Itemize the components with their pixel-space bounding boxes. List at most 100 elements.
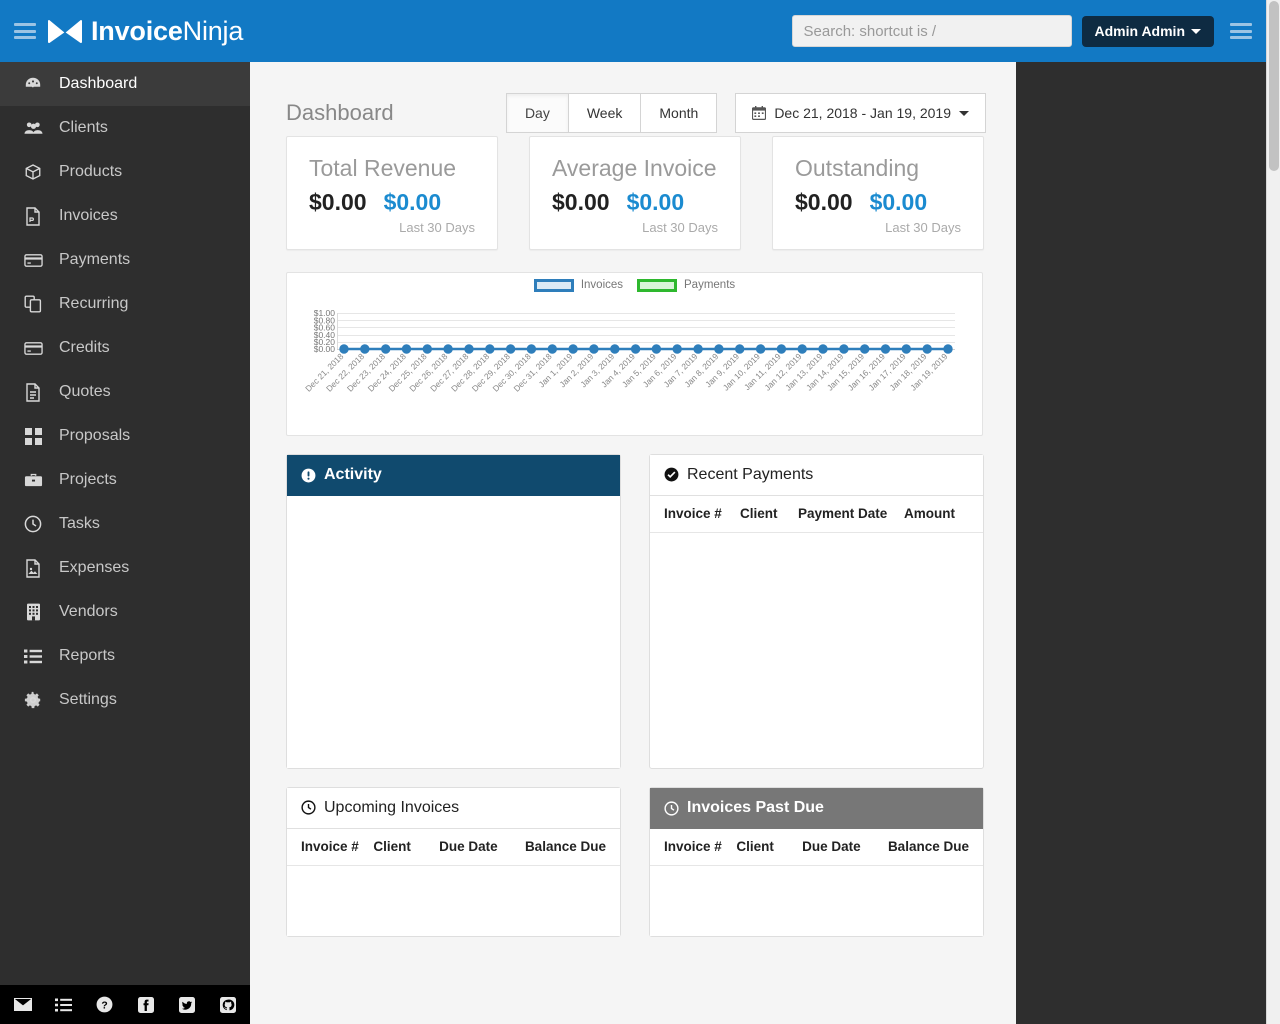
upcoming-invoices-panel-title: Upcoming Invoices — [324, 798, 460, 816]
credit-card-icon — [22, 338, 44, 358]
page-scrollbar[interactable] — [1266, 0, 1280, 1024]
hamburger-icon-line — [1230, 23, 1252, 26]
column-header-amount: Amount — [904, 505, 955, 521]
github-icon[interactable] — [219, 996, 237, 1014]
recent-payments-table-header: Invoice # Client Payment Date Amount — [650, 496, 983, 533]
column-header-invoice-number: Invoice # — [664, 838, 722, 854]
sidebar-footer: ? — [0, 985, 250, 1024]
brand-name-bold: Invoice — [91, 15, 183, 46]
sidebar-item-recurring[interactable]: Recurring — [0, 282, 250, 326]
credit-card-icon — [22, 250, 44, 270]
hamburger-icon-line — [1230, 29, 1252, 33]
sidebar-item-proposals[interactable]: Proposals — [0, 414, 250, 458]
user-menu-label: Admin Admin — [1094, 23, 1185, 39]
sidebar-item-credits[interactable]: Credits — [0, 326, 250, 370]
facebook-icon[interactable] — [137, 996, 155, 1014]
stat-card-title: Total Revenue — [309, 155, 457, 181]
recent-payments-table-body — [650, 532, 983, 765]
upcoming-invoices-panel-header: Upcoming Invoices — [287, 787, 620, 829]
sidebar-item-products[interactable]: Products — [0, 150, 250, 194]
sidebar-item-projects[interactable]: Projects — [0, 458, 250, 502]
sidebar-item-label: Proposals — [59, 427, 131, 444]
dashboard-gauge-icon — [22, 74, 44, 94]
sidebar-toggle-button[interactable] — [14, 23, 36, 39]
stat-card-subtitle: Last 30 Days — [885, 219, 961, 235]
dashboard-panels-row-1: Activity Recent Payments Invoice # Clien… — [250, 436, 1016, 769]
stat-value-primary: $0.00 — [309, 188, 367, 215]
stat-value-secondary: $0.00 — [626, 188, 685, 215]
stat-card-subtitle: Last 30 Days — [642, 219, 718, 235]
chart-canvas: $1.00$0.80$0.60$0.40$0.20$0.00Dec 21, 20… — [303, 308, 955, 393]
upcoming-invoices-panel: Upcoming Invoices Invoice # Client Due D… — [286, 786, 621, 937]
sidebar-item-invoices[interactable]: Invoices — [0, 194, 250, 238]
column-header-due-date: Due Date — [439, 838, 498, 854]
user-menu-button[interactable]: Admin Admin — [1081, 15, 1214, 47]
sidebar-item-label: Products — [59, 163, 123, 180]
upcoming-invoices-table-header: Invoice # Client Due Date Balance Due — [287, 829, 620, 866]
sidebar-item-quotes[interactable]: Quotes — [0, 370, 250, 414]
sidebar-item-label: Quotes — [59, 383, 111, 400]
sidebar-item-label: Invoices — [59, 207, 118, 224]
twitter-icon[interactable] — [178, 996, 196, 1014]
column-header-payment-date: Payment Date — [798, 505, 888, 521]
tab-week[interactable]: Week — [567, 93, 642, 133]
revenue-chart-panel: Invoices Payments $1.00 $0.80 $0.60 $0.40 $0… — [286, 271, 983, 436]
sidebar-item-clients[interactable]: Clients — [0, 106, 250, 150]
box-cube-icon — [22, 162, 44, 182]
sidebar-item-reports[interactable]: Reports — [0, 634, 250, 678]
main-content: Dashboard Day Week Month Dec 21, 2018 - … — [250, 62, 1016, 1024]
stat-card-values: $0.00 $0.00 — [795, 189, 961, 216]
stat-value-primary: $0.00 — [552, 188, 610, 215]
sidebar-item-label: Vendors — [59, 603, 118, 620]
dashboard-panels-row-2: Upcoming Invoices Invoice # Client Due D… — [250, 769, 1016, 937]
building-icon — [22, 602, 44, 622]
tab-day[interactable]: Day — [505, 93, 569, 133]
date-range-picker[interactable]: Dec 21, 2018 - Jan 19, 2019 — [735, 93, 986, 133]
upcoming-invoices-table-body — [287, 865, 620, 936]
sidebar-item-settings[interactable]: Settings — [0, 678, 250, 722]
sidebar-item-dashboard[interactable]: Dashboard — [0, 62, 250, 106]
brand-logo[interactable]: InvoiceNinja — [48, 16, 243, 47]
invoices-past-due-panel-title: Invoices Past Due — [687, 799, 824, 817]
stat-card-values: $0.00 $0.00 — [552, 189, 718, 216]
column-header-invoice-number: Invoice # — [664, 505, 722, 521]
file-pdf-icon — [22, 206, 44, 226]
sidebar-item-tasks[interactable]: Tasks — [0, 502, 250, 546]
scrollbar-thumb[interactable] — [1269, 1, 1279, 171]
range-tab-group: Day Week Month — [505, 93, 718, 133]
search-input[interactable] — [791, 15, 1072, 47]
check-circle-icon — [664, 467, 679, 482]
users-group-icon — [22, 118, 44, 138]
envelope-icon[interactable] — [13, 996, 32, 1014]
list-icon — [22, 646, 44, 666]
date-range-label: Dec 21, 2018 - Jan 19, 2019 — [774, 105, 951, 121]
stat-card-title: Outstanding — [795, 155, 920, 181]
hamburger-icon-line — [14, 23, 36, 26]
activity-panel-title: Activity — [324, 466, 382, 484]
help-question-icon[interactable]: ? — [96, 996, 114, 1014]
stat-card-average-invoice: Average Invoice $0.00 $0.00 Last 30 Days — [529, 136, 741, 250]
list-icon[interactable] — [55, 996, 73, 1014]
column-header-balance-due: Balance Due — [887, 838, 969, 854]
activity-panel-body — [287, 495, 620, 768]
invoices-past-due-table-body — [650, 865, 983, 936]
sidebar-item-expenses[interactable]: Expenses — [0, 546, 250, 590]
chevron-down-icon — [1191, 28, 1201, 34]
sidebar-item-label: Dashboard — [59, 75, 138, 92]
column-header-invoice-number: Invoice # — [301, 838, 359, 854]
recent-payments-panel-header: Recent Payments — [650, 454, 983, 496]
right-menu-button[interactable] — [1230, 23, 1252, 39]
tab-month[interactable]: Month — [640, 93, 718, 133]
sidebar-item-label: Tasks — [59, 515, 100, 532]
sidebar-item-payments[interactable]: Payments — [0, 238, 250, 282]
brand-text: InvoiceNinja — [91, 16, 243, 47]
clock-icon — [22, 514, 44, 534]
stat-value-secondary: $0.00 — [869, 188, 928, 215]
sidebar-item-label: Projects — [59, 471, 117, 488]
sidebar-item-label: Settings — [59, 691, 117, 708]
sidebar-item-label: Reports — [59, 647, 116, 664]
copy-files-icon — [22, 294, 44, 314]
svg-text:?: ? — [101, 1000, 107, 1011]
sidebar-item-vendors[interactable]: Vendors — [0, 590, 250, 634]
column-header-due-date: Due Date — [802, 838, 861, 854]
